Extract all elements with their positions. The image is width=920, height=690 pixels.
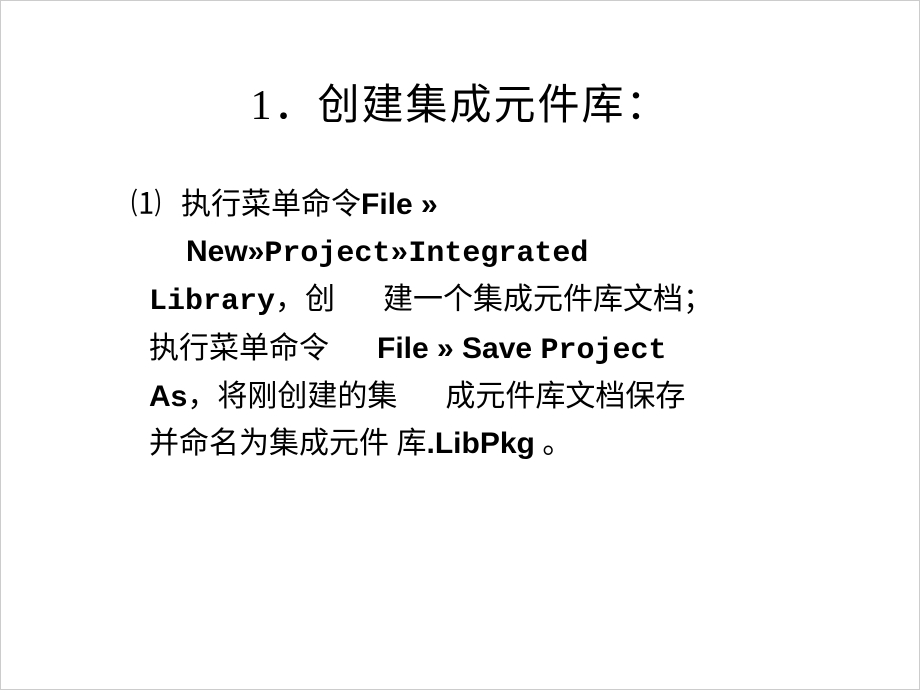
text-segment: ，将刚创建的集 bbox=[187, 380, 397, 413]
slide-content: 1．创建集成元件库： ⑴执行菜单命令File » New»Project»Int… bbox=[1, 1, 919, 467]
bold-text: File » Save bbox=[377, 332, 540, 365]
bold-mono-text: Project bbox=[540, 334, 666, 368]
text-segment: 成元件库文档保存 bbox=[445, 380, 685, 413]
bold-mono-text: Library bbox=[149, 285, 275, 319]
bold-text: New» bbox=[186, 235, 264, 268]
text-segment: 建一个集成元件库文档； bbox=[383, 283, 713, 316]
list-marker: ⑴ bbox=[131, 182, 181, 229]
text-segment: 执行菜单命令 bbox=[181, 188, 361, 221]
bold-text: File » bbox=[361, 188, 438, 221]
bold-mono-text: Project»Integrated bbox=[264, 237, 588, 271]
list-item-1: ⑴执行菜单命令File » New»Project»Integrated Lib… bbox=[131, 182, 809, 467]
text-segment: 并命名为集成元件 库 bbox=[149, 427, 427, 460]
text-segment: 执行菜单命令 bbox=[149, 332, 329, 365]
body-text: ⑴执行菜单命令File » New»Project»Integrated Lib… bbox=[111, 182, 809, 467]
text-segment: ，创 bbox=[275, 283, 335, 316]
text-segment: 。 bbox=[535, 427, 573, 460]
bold-text: .LibPkg bbox=[427, 427, 535, 460]
slide-title: 1．创建集成元件库： bbox=[111, 71, 809, 132]
bold-text: As bbox=[149, 380, 187, 413]
